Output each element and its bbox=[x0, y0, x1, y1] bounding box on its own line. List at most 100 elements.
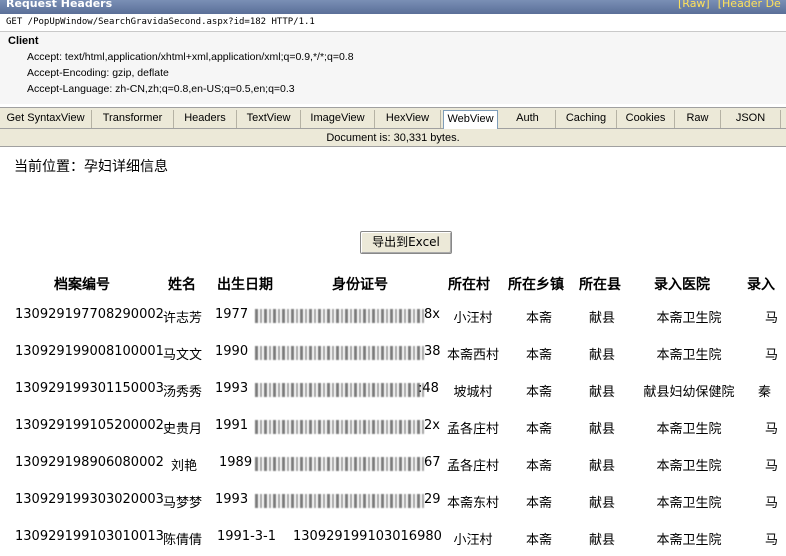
file-number-cell: 130929197708290002 bbox=[15, 307, 164, 322]
name-cell: 陈倩倩 bbox=[163, 533, 203, 548]
id-number-cell: 29 bbox=[424, 492, 441, 507]
hospital-cell: 献县妇幼保健院 bbox=[643, 385, 735, 400]
export-to-excel-button[interactable]: 导出到Excel bbox=[360, 231, 452, 254]
header-definitions-link[interactable]: [Header De bbox=[718, 0, 781, 10]
village-cell: 坡城村 bbox=[453, 385, 493, 400]
column-header-file-number: 档案编号 bbox=[54, 277, 110, 293]
header-row[interactable]: Accept-Encoding: gzip, deflate bbox=[27, 67, 169, 79]
county-cell: 献县 bbox=[589, 533, 616, 548]
township-cell: 本斋 bbox=[526, 459, 553, 474]
header-row[interactable]: Accept: text/html,application/xhtml+xml,… bbox=[27, 51, 354, 63]
village-cell: 孟各庄村 bbox=[446, 459, 500, 474]
column-header-entered-by: 录入 bbox=[747, 277, 775, 293]
county-cell: 献县 bbox=[589, 496, 616, 511]
redacted-id-mask bbox=[255, 309, 424, 323]
hospital-cell: 本斋卫生院 bbox=[656, 311, 722, 326]
birth-date-cell: 1989 bbox=[219, 455, 253, 470]
tab-hexview[interactable]: HexView bbox=[375, 110, 441, 128]
request-headers-title: Request Headers bbox=[6, 0, 113, 10]
village-cell: 小汪村 bbox=[453, 533, 493, 548]
tab-raw[interactable]: Raw bbox=[675, 110, 721, 128]
birth-date-cell: 1991 bbox=[215, 418, 249, 433]
column-header-hospital: 录入医院 bbox=[654, 277, 710, 293]
tab-textview[interactable]: TextView bbox=[237, 110, 301, 128]
id-number-cell: :48 bbox=[418, 381, 439, 396]
birth-date-cell: 1990 bbox=[215, 344, 249, 359]
county-cell: 献县 bbox=[589, 459, 616, 474]
entered-by-cell: 马 bbox=[765, 496, 779, 511]
header-row[interactable]: Accept-Language: zh-CN,zh;q=0.8,en-US;q=… bbox=[27, 83, 295, 95]
entered-by-cell: 秦 bbox=[758, 385, 772, 400]
hospital-cell: 本斋卫生院 bbox=[656, 348, 722, 363]
name-cell: 马文文 bbox=[163, 348, 203, 363]
tab-imageview[interactable]: ImageView bbox=[301, 110, 375, 128]
tab-headers[interactable]: Headers bbox=[174, 110, 237, 128]
redacted-id-mask bbox=[255, 494, 424, 508]
id-number-cell: 38 bbox=[424, 344, 441, 359]
inspector-tab-strip: Get SyntaxView Transformer Headers TextV… bbox=[0, 107, 786, 129]
birth-date-cell: 1993 bbox=[215, 492, 249, 507]
township-cell: 本斋 bbox=[526, 348, 553, 363]
id-number-cell: 130929199103016980 bbox=[293, 529, 442, 544]
file-number-cell: 130929199301150003 bbox=[15, 381, 164, 396]
column-header-village: 所在村 bbox=[448, 277, 490, 293]
header-group-client[interactable]: Client bbox=[8, 35, 39, 47]
birth-date-cell: 1991-3-1 bbox=[217, 529, 277, 544]
tab-cookies[interactable]: Cookies bbox=[617, 110, 675, 128]
birth-date-cell: 1977 bbox=[215, 307, 249, 322]
document-size-status: Document is: 30,331 bytes. bbox=[0, 129, 786, 147]
webview-panel: 当前位置：孕妇详细信息 导出到Excel 档案编号 姓名 出生日期 身份证号 所… bbox=[0, 148, 786, 556]
file-number-cell: 130929198906080002 bbox=[15, 455, 164, 470]
column-header-county: 所在县 bbox=[579, 277, 621, 293]
tab-webview[interactable]: WebView bbox=[443, 110, 498, 129]
tab-transformer[interactable]: Transformer bbox=[92, 110, 174, 128]
id-number-cell: 2x bbox=[424, 418, 440, 433]
entered-by-cell: 马 bbox=[765, 422, 779, 437]
township-cell: 本斋 bbox=[526, 533, 553, 548]
county-cell: 献县 bbox=[589, 385, 616, 400]
entered-by-cell: 马 bbox=[765, 533, 779, 548]
request-headers-title-bar: Request Headers [Raw] [Header De bbox=[0, 0, 786, 14]
column-header-birth-date: 出生日期 bbox=[217, 277, 273, 293]
township-cell: 本斋 bbox=[526, 422, 553, 437]
village-cell: 孟各庄村 bbox=[446, 422, 500, 437]
headers-tree[interactable]: Client Accept: text/html,application/xht… bbox=[0, 32, 786, 104]
township-cell: 本斋 bbox=[526, 496, 553, 511]
current-location: 当前位置：孕妇详细信息 bbox=[14, 159, 168, 175]
redacted-id-mask bbox=[255, 420, 424, 434]
tab-json[interactable]: JSON bbox=[721, 110, 781, 128]
file-number-cell: 130929199008100001 bbox=[15, 344, 164, 359]
hospital-cell: 本斋卫生院 bbox=[656, 533, 722, 548]
redacted-id-mask bbox=[255, 383, 424, 397]
raw-link[interactable]: [Raw] bbox=[678, 0, 710, 10]
name-cell: 许志芳 bbox=[163, 311, 203, 326]
request-line: GET /PopUpWindow/SearchGravidaSecond.asp… bbox=[0, 14, 786, 32]
file-number-cell: 130929199103010013 bbox=[15, 529, 164, 544]
header-links: [Raw] [Header De bbox=[678, 0, 786, 11]
entered-by-cell: 马 bbox=[765, 348, 779, 363]
id-number-cell: 67 bbox=[424, 455, 441, 470]
tab-syntaxview[interactable]: Get SyntaxView bbox=[0, 110, 92, 128]
name-cell: 刘艳 bbox=[171, 459, 198, 474]
hospital-cell: 本斋卫生院 bbox=[656, 422, 722, 437]
column-header-name: 姓名 bbox=[168, 277, 196, 293]
file-number-cell: 130929199105200002 bbox=[15, 418, 164, 433]
birth-date-cell: 1993 bbox=[215, 381, 249, 396]
hospital-cell: 本斋卫生院 bbox=[656, 496, 722, 511]
county-cell: 献县 bbox=[589, 311, 616, 326]
tab-caching[interactable]: Caching bbox=[556, 110, 617, 128]
redacted-id-mask bbox=[255, 457, 424, 471]
village-cell: 本斋东村 bbox=[446, 496, 500, 511]
tab-auth[interactable]: Auth bbox=[500, 110, 556, 128]
entered-by-cell: 马 bbox=[765, 459, 779, 474]
file-number-cell: 130929199303020003 bbox=[15, 492, 164, 507]
county-cell: 献县 bbox=[589, 348, 616, 363]
column-header-township: 所在乡镇 bbox=[508, 277, 564, 293]
village-cell: 小汪村 bbox=[453, 311, 493, 326]
column-header-id-number: 身份证号 bbox=[332, 277, 388, 293]
name-cell: 史贵月 bbox=[163, 422, 203, 437]
village-cell: 本斋西村 bbox=[446, 348, 500, 363]
township-cell: 本斋 bbox=[526, 311, 553, 326]
entered-by-cell: 马 bbox=[765, 311, 779, 326]
township-cell: 本斋 bbox=[526, 385, 553, 400]
